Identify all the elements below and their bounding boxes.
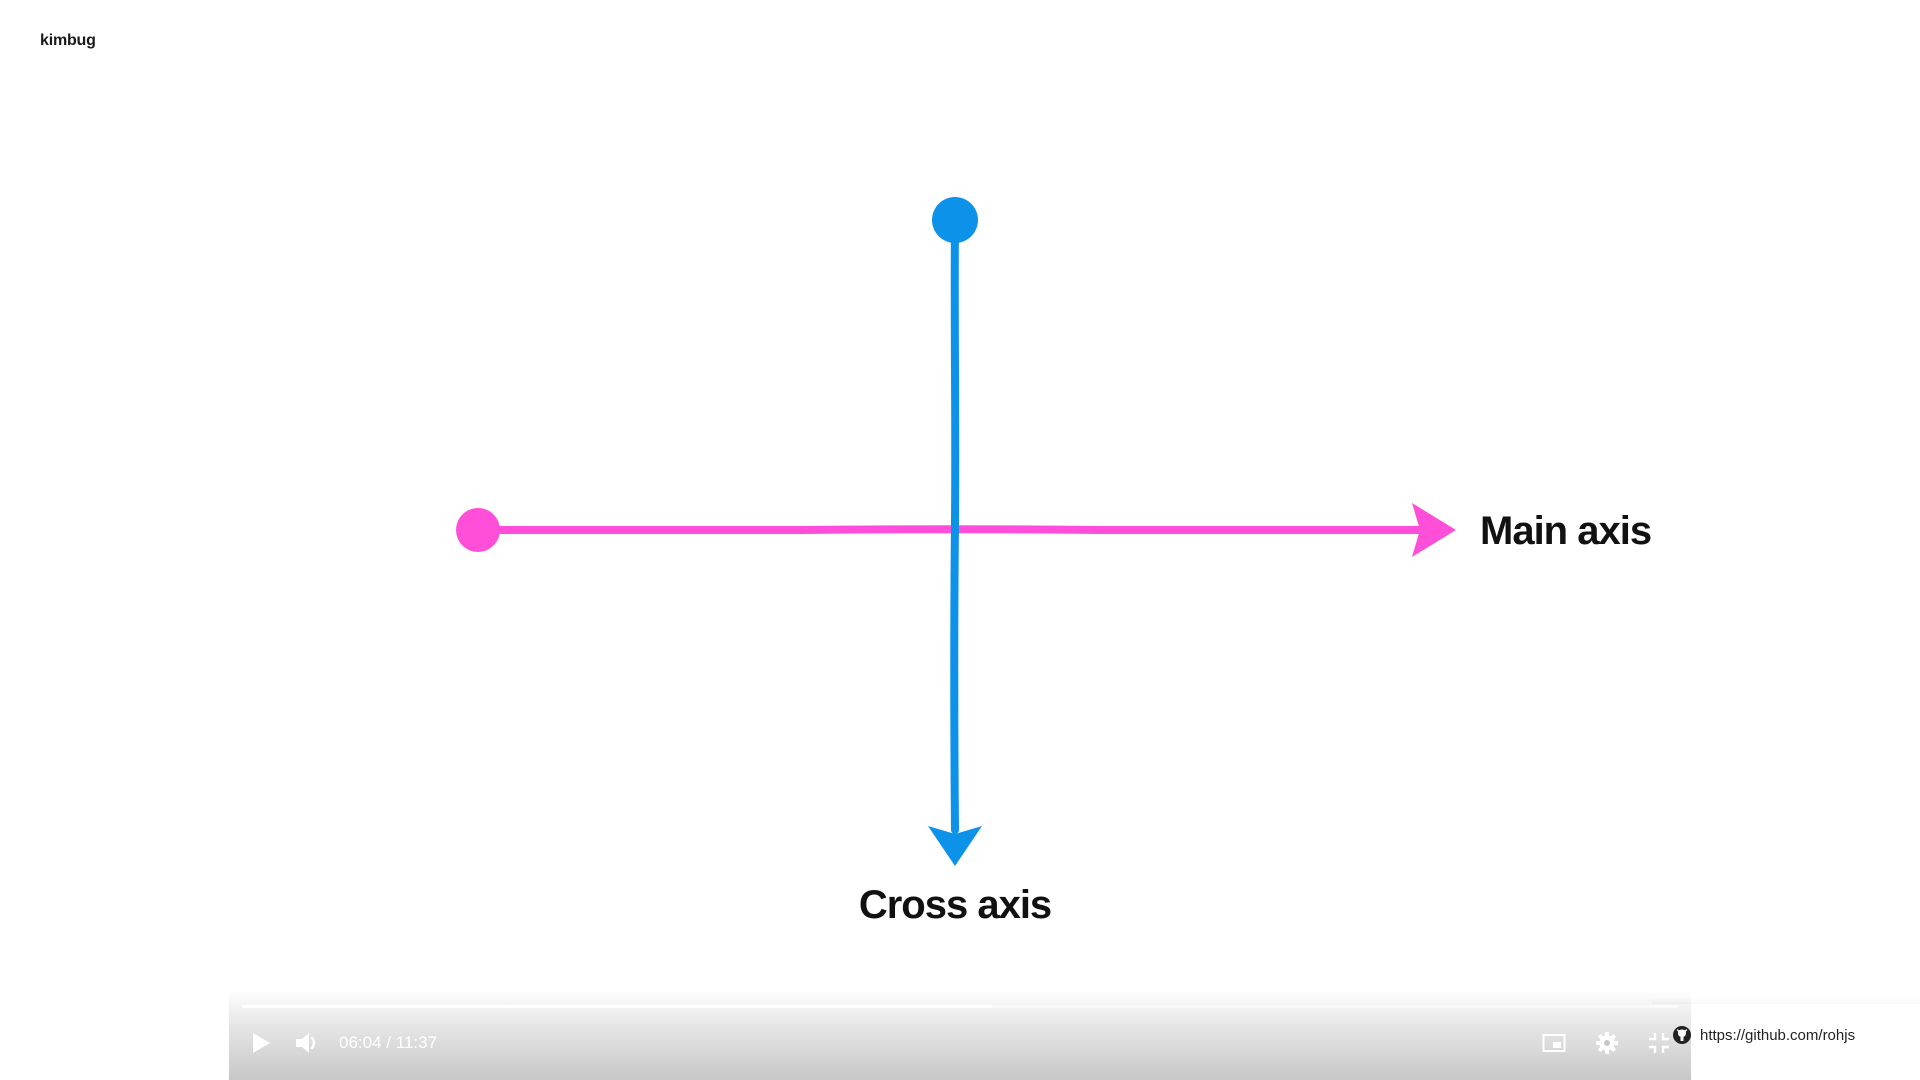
play-button[interactable] xyxy=(245,1027,277,1059)
main-axis-label: Main axis xyxy=(1480,509,1651,553)
miniplayer-icon xyxy=(1542,1034,1566,1052)
cross-axis-start-dot xyxy=(932,197,978,243)
play-icon xyxy=(253,1033,270,1053)
progress-bar-fill xyxy=(242,1005,992,1008)
main-axis-line xyxy=(474,525,1424,535)
exit-fullscreen-icon xyxy=(1649,1033,1669,1053)
video-frame: kimbug Main axis Cross axis 06:04 / 11:3… xyxy=(0,0,1920,1080)
time-display: 06:04 / 11:37 xyxy=(339,1033,437,1053)
duration: 11:37 xyxy=(395,1033,438,1052)
player-controls: 06:04 / 11:37 xyxy=(229,990,1691,1080)
github-link[interactable]: https://github.com/rohjs xyxy=(1672,1025,1855,1045)
github-link-text: https://github.com/rohjs xyxy=(1700,1026,1856,1044)
volume-icon xyxy=(296,1033,316,1053)
volume-button[interactable] xyxy=(291,1027,323,1059)
github-icon xyxy=(1673,1026,1691,1044)
settings-button[interactable] xyxy=(1591,1027,1623,1059)
progress-bar[interactable] xyxy=(242,1005,1678,1008)
overlay-shadow xyxy=(1652,998,1920,1004)
miniplayer-button[interactable] xyxy=(1538,1027,1570,1059)
current-time: 06:04 xyxy=(339,1033,382,1052)
exit-fullscreen-button[interactable] xyxy=(1643,1027,1675,1059)
main-axis-start-dot xyxy=(456,508,500,552)
cross-axis-label: Cross axis xyxy=(859,883,1051,927)
time-separator: / xyxy=(386,1033,392,1052)
flex-axis-diagram: Main axis Cross axis xyxy=(456,197,1652,927)
cross-axis-line xyxy=(950,216,960,834)
gear-icon xyxy=(1596,1032,1618,1054)
